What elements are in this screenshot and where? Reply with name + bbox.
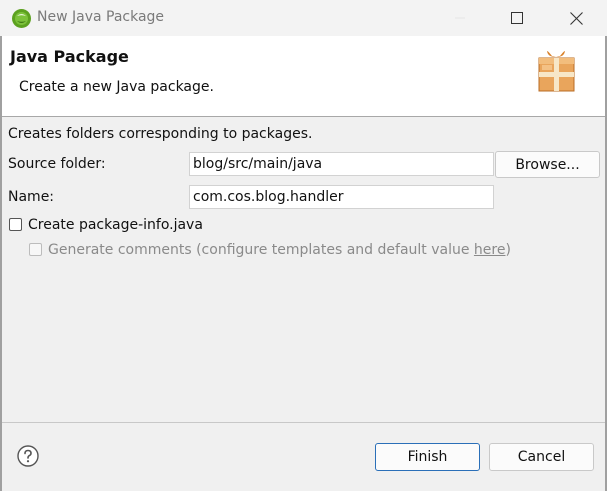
help-icon[interactable]: [17, 445, 39, 467]
minimize-button[interactable]: [437, 0, 483, 36]
source-folder-label: Source folder:: [8, 156, 106, 172]
maximize-icon: [511, 12, 523, 24]
wizard-header: Java Package Create a new Java package.: [2, 36, 605, 116]
intro-text: Creates folders corresponding to package…: [8, 126, 313, 142]
generate-comments-close: ): [505, 242, 511, 258]
name-label: Name:: [8, 189, 55, 205]
create-package-info-label[interactable]: Create package-info.java: [28, 217, 203, 233]
window-title: New Java Package: [37, 9, 165, 25]
maximize-button[interactable]: [494, 0, 540, 36]
eclipse-app-icon: [12, 9, 31, 28]
source-folder-input[interactable]: blog/src/main/java: [189, 152, 494, 176]
generate-comments-text: Generate comments (configure templates a…: [48, 242, 474, 258]
minimize-icon: [455, 17, 465, 19]
cancel-button[interactable]: Cancel: [489, 443, 594, 471]
title-bar[interactable]: New Java Package: [0, 0, 607, 36]
configure-templates-link[interactable]: here: [474, 242, 506, 258]
finish-button[interactable]: Finish: [375, 443, 480, 471]
page-title: Java Package: [10, 47, 129, 66]
footer-separator: [2, 422, 605, 423]
browse-button[interactable]: Browse...: [495, 151, 600, 178]
package-name-input[interactable]: com.cos.blog.handler: [189, 185, 494, 209]
create-package-info-checkbox[interactable]: [9, 218, 22, 231]
generate-comments-checkbox[interactable]: [29, 243, 42, 256]
generate-comments-label: Generate comments (configure templates a…: [48, 242, 511, 258]
package-icon: [538, 50, 575, 92]
close-icon: [569, 11, 583, 25]
page-description: Create a new Java package.: [19, 79, 214, 95]
close-button[interactable]: [553, 0, 599, 36]
